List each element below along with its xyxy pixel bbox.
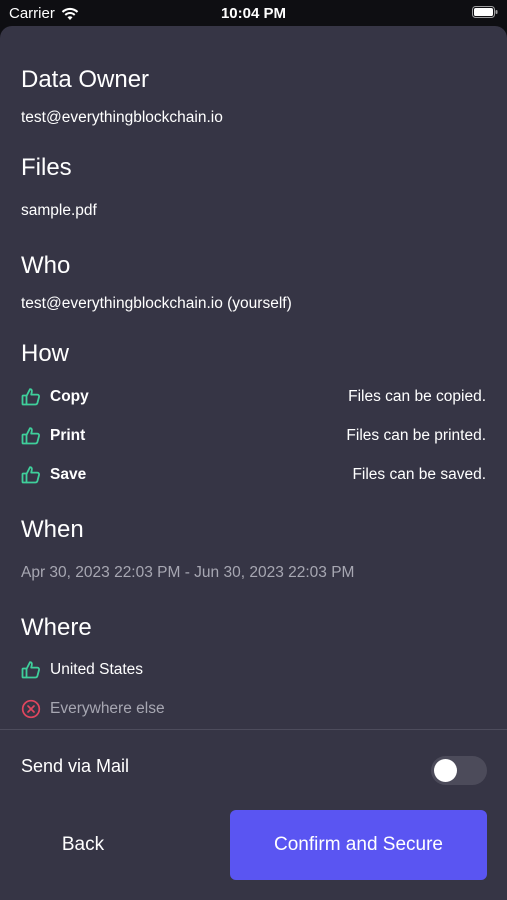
section-divider — [0, 729, 507, 730]
data-owner-value: test@everythingblockchain.io — [21, 109, 223, 126]
where-item-label: Everywhere else — [50, 700, 165, 717]
who-title: Who — [21, 252, 71, 279]
where-item-allowed: United States — [21, 658, 486, 682]
status-bar: Carrier 10:04 PM — [0, 0, 507, 28]
when-title: When — [21, 516, 84, 543]
battery-icon — [472, 6, 498, 18]
how-title: How — [21, 340, 70, 367]
files-value: sample.pdf — [21, 202, 97, 219]
data-owner-title: Data Owner — [21, 66, 150, 93]
how-item-label: Copy — [50, 388, 89, 405]
send-via-mail-toggle[interactable] — [431, 756, 487, 785]
files-title: Files — [21, 154, 72, 181]
where-item-label: United States — [50, 661, 144, 678]
thumbs-up-icon — [21, 388, 40, 406]
how-item-label: Save — [50, 466, 87, 483]
thumbs-up-icon — [21, 427, 40, 445]
how-item-copy: Copy Files can be copied. — [21, 385, 486, 409]
send-via-mail-label: Send via Mail — [21, 756, 130, 776]
where-item-denied: Everywhere else — [21, 697, 486, 721]
how-item-print: Print Files can be printed. — [21, 424, 486, 448]
how-item-save: Save Files can be saved. — [21, 463, 486, 487]
thumbs-up-icon — [21, 661, 40, 679]
how-item-label: Print — [50, 427, 86, 444]
thumbs-up-icon — [21, 466, 40, 484]
back-button[interactable]: Back — [21, 810, 145, 880]
toggle-knob — [434, 759, 457, 782]
how-item-desc: Files can be saved. — [352, 466, 486, 483]
who-value: test@everythingblockchain.io (yourself) — [21, 295, 292, 312]
status-time: 10:04 PM — [220, 5, 287, 22]
how-item-desc: Files can be printed. — [346, 427, 486, 444]
confirm-and-secure-button[interactable]: Confirm and Secure — [230, 810, 487, 880]
how-item-desc: Files can be copied. — [348, 388, 486, 405]
x-circle-icon — [21, 699, 41, 719]
where-title: Where — [21, 614, 92, 641]
when-value: Apr 30, 2023 22:03 PM - Jun 30, 2023 22:… — [21, 564, 355, 581]
